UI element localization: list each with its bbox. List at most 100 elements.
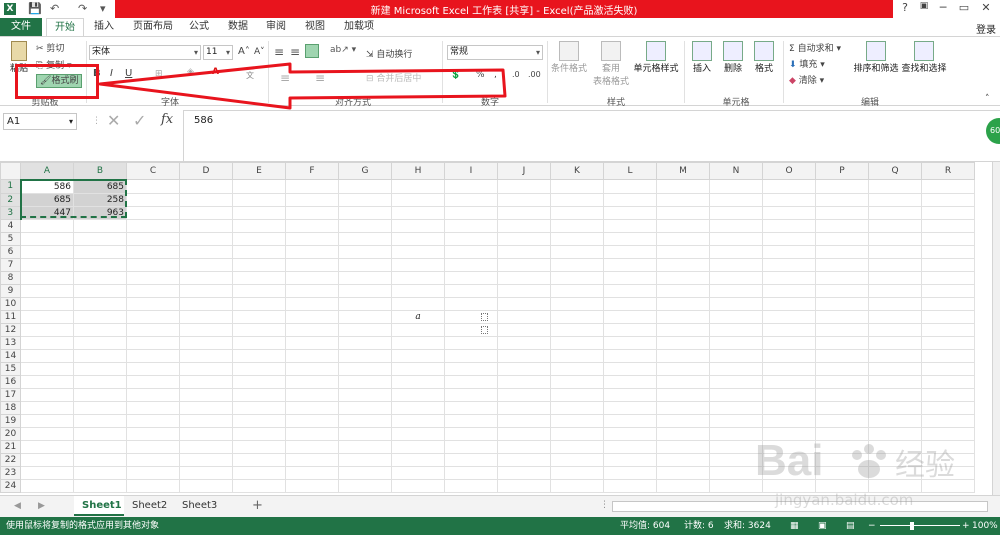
cell-f22[interactable] <box>285 452 339 467</box>
cell-h13[interactable] <box>391 335 445 350</box>
cell-j19[interactable] <box>497 413 551 428</box>
cell-c17[interactable] <box>126 387 180 402</box>
cell-o16[interactable] <box>762 374 816 389</box>
cell-p17[interactable] <box>815 387 869 402</box>
cell-q3[interactable] <box>868 205 922 220</box>
cell-k13[interactable] <box>550 335 604 350</box>
zoom-out-icon[interactable]: − <box>868 517 876 535</box>
orientation-icon[interactable]: ab↗ ▾ <box>330 45 356 55</box>
cell-h11[interactable]: a <box>391 309 445 324</box>
cell-n4[interactable] <box>709 218 763 233</box>
normal-view-icon[interactable]: ▦ <box>790 517 799 535</box>
cell-q21[interactable] <box>868 439 922 454</box>
cell-a2[interactable]: 685 <box>20 192 74 207</box>
cell-l19[interactable] <box>603 413 657 428</box>
cell-l14[interactable] <box>603 348 657 363</box>
cell-f19[interactable] <box>285 413 339 428</box>
cell-d13[interactable] <box>179 335 233 350</box>
cell-i8[interactable] <box>444 270 498 285</box>
row-header[interactable]: 10 <box>0 296 21 311</box>
cell-e9[interactable] <box>232 283 286 298</box>
more-icon[interactable]: ⋮ <box>92 116 101 126</box>
cell-i22[interactable] <box>444 452 498 467</box>
column-header[interactable]: A <box>20 162 74 181</box>
cell-i15[interactable] <box>444 361 498 376</box>
cell-p7[interactable] <box>815 257 869 272</box>
cell-q9[interactable] <box>868 283 922 298</box>
cell-j10[interactable] <box>497 296 551 311</box>
cell-n3[interactable] <box>709 205 763 220</box>
cell-m24[interactable] <box>656 478 710 493</box>
cell-o1[interactable] <box>762 179 816 194</box>
cell-r14[interactable] <box>921 348 975 363</box>
cell-p9[interactable] <box>815 283 869 298</box>
cell-a12[interactable] <box>20 322 74 337</box>
cell-a16[interactable] <box>20 374 74 389</box>
column-header[interactable]: M <box>656 162 710 180</box>
cell-e3[interactable] <box>232 205 286 220</box>
cell-q18[interactable] <box>868 400 922 415</box>
cell-c19[interactable] <box>126 413 180 428</box>
cell-table[interactable]: A B C D E F G H I J K L M N O P Q R 1 586 685 2 685 258 3 447 963 4… <box>0 162 975 493</box>
cell-d4[interactable] <box>179 218 233 233</box>
cell-q17[interactable] <box>868 387 922 402</box>
cell-b15[interactable] <box>73 361 127 376</box>
cell-e10[interactable] <box>232 296 286 311</box>
cell-r3[interactable] <box>921 205 975 220</box>
cell-f11[interactable] <box>285 309 339 324</box>
cell-j11[interactable] <box>497 309 551 324</box>
cell-a5[interactable] <box>20 231 74 246</box>
row-header[interactable]: 12 <box>0 322 21 337</box>
cell-p6[interactable] <box>815 244 869 259</box>
cell-r17[interactable] <box>921 387 975 402</box>
cell-i21[interactable] <box>444 439 498 454</box>
increase-decimal-button[interactable]: .0 <box>512 70 520 79</box>
tab-home[interactable]: 开始 <box>46 18 84 36</box>
cell-h8[interactable] <box>391 270 445 285</box>
cell-d15[interactable] <box>179 361 233 376</box>
cell-h24[interactable] <box>391 478 445 493</box>
cell-n19[interactable] <box>709 413 763 428</box>
cell-b13[interactable] <box>73 335 127 350</box>
wrap-text-button[interactable]: ⇲ 自动换行 <box>366 47 412 60</box>
cell-k8[interactable] <box>550 270 604 285</box>
cell-d20[interactable] <box>179 426 233 441</box>
cell-r18[interactable] <box>921 400 975 415</box>
cell-d23[interactable] <box>179 465 233 480</box>
cell-r13[interactable] <box>921 335 975 350</box>
column-header[interactable]: C <box>126 162 180 180</box>
cell-i18[interactable] <box>444 400 498 415</box>
cell-k12[interactable] <box>550 322 604 337</box>
cell-h6[interactable] <box>391 244 445 259</box>
cell-c15[interactable] <box>126 361 180 376</box>
cell-g5[interactable] <box>338 231 392 246</box>
cell-n10[interactable] <box>709 296 763 311</box>
cell-i4[interactable] <box>444 218 498 233</box>
cell-n16[interactable] <box>709 374 763 389</box>
column-header[interactable]: H <box>391 162 445 180</box>
format-cells-button[interactable]: 格式 <box>750 41 778 74</box>
cell-i14[interactable] <box>444 348 498 363</box>
cell-m16[interactable] <box>656 374 710 389</box>
font-name-select[interactable]: 宋体 ▾ <box>89 45 201 60</box>
column-header[interactable]: K <box>550 162 604 180</box>
save-icon[interactable]: 💾 <box>28 2 42 15</box>
cell-m6[interactable] <box>656 244 710 259</box>
cell-h22[interactable] <box>391 452 445 467</box>
cell-c9[interactable] <box>126 283 180 298</box>
formula-input[interactable]: 586 <box>183 110 1000 162</box>
cell-q14[interactable] <box>868 348 922 363</box>
spreadsheet-grid[interactable]: A B C D E F G H I J K L M N O P Q R 1 586 685 2 685 258 3 447 963 4… <box>0 162 992 495</box>
cell-j6[interactable] <box>497 244 551 259</box>
cell-q4[interactable] <box>868 218 922 233</box>
cell-p4[interactable] <box>815 218 869 233</box>
cell-d18[interactable] <box>179 400 233 415</box>
cell-r22[interactable] <box>921 452 975 467</box>
cell-d6[interactable] <box>179 244 233 259</box>
cell-c8[interactable] <box>126 270 180 285</box>
cell-g23[interactable] <box>338 465 392 480</box>
cell-g22[interactable] <box>338 452 392 467</box>
cell-f10[interactable] <box>285 296 339 311</box>
login-link[interactable]: 登录 <box>976 21 996 36</box>
cell-k23[interactable] <box>550 465 604 480</box>
